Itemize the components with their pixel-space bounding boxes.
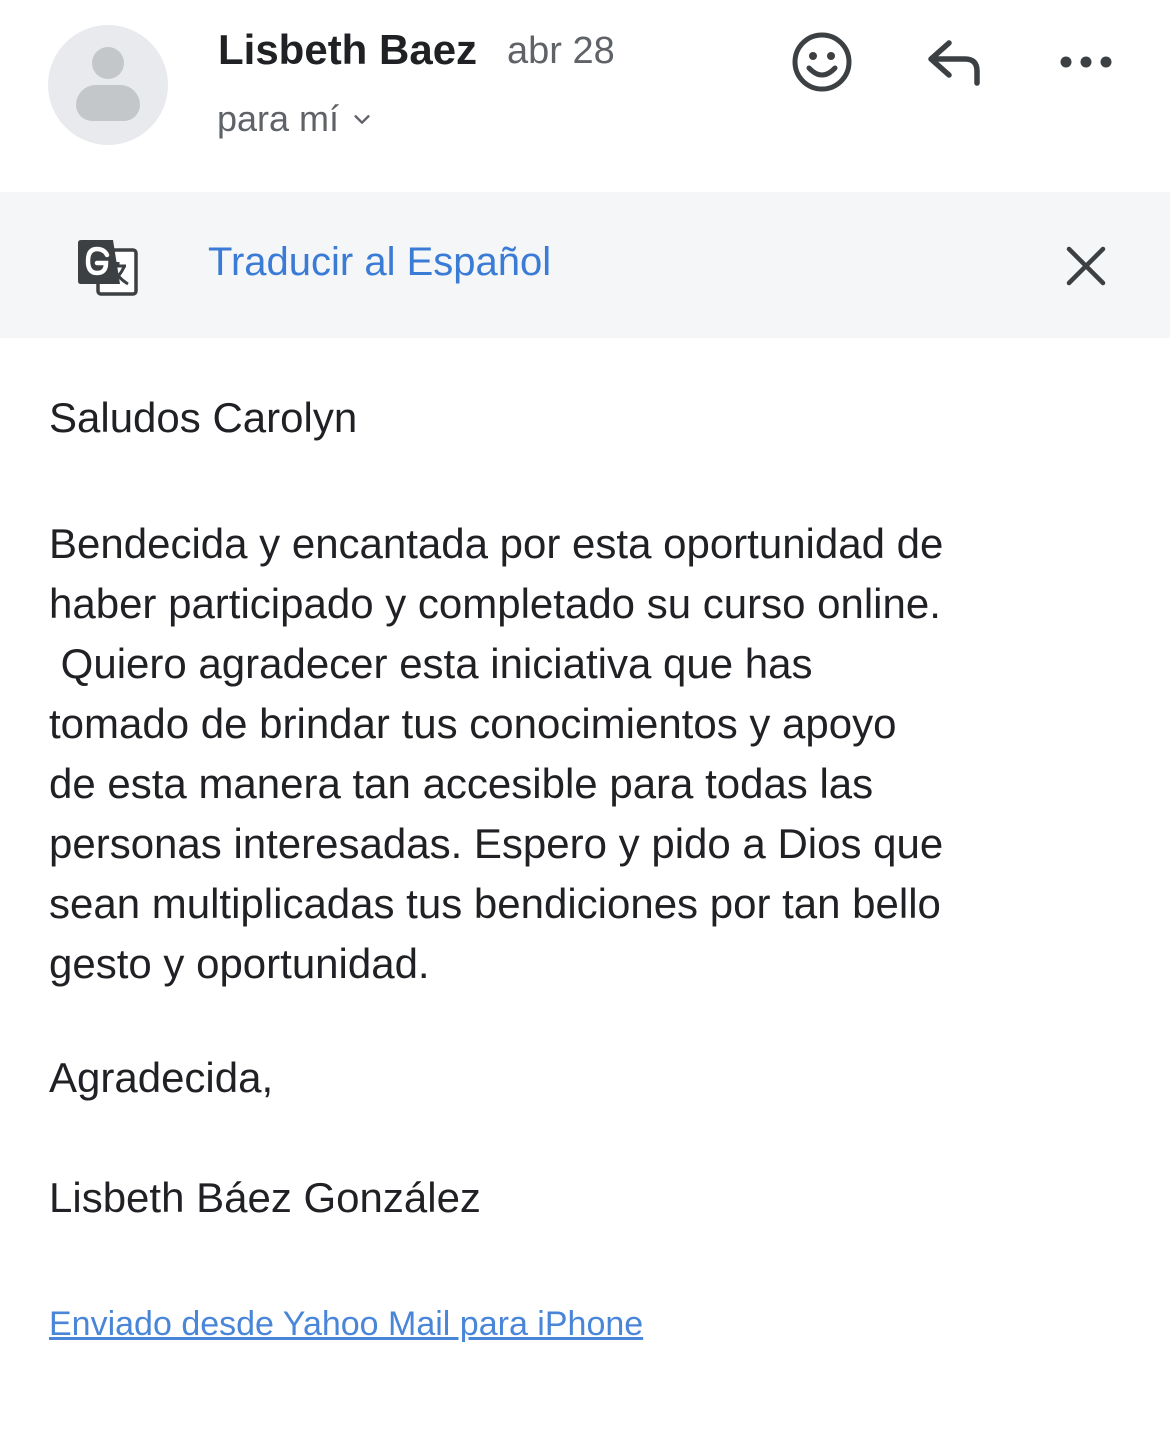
recipient-toggle[interactable]: para mí — [217, 98, 373, 140]
avatar-head-shape — [92, 47, 124, 79]
emoji-reaction-button[interactable] — [786, 26, 858, 98]
message-closing: Agradecida, — [49, 1054, 274, 1101]
more-options-button[interactable] — [1050, 30, 1122, 94]
translate-link[interactable]: Traducir al Español — [208, 240, 551, 285]
recipient-label: para mí — [217, 98, 340, 139]
chevron-down-icon — [354, 115, 370, 124]
paragraph-line: haber participado y completado su curso … — [49, 580, 941, 627]
reply-icon — [928, 40, 980, 86]
reply-button[interactable] — [918, 30, 990, 94]
message-header: Lisbeth Baez abr 28 para mí — [0, 0, 1170, 190]
sender-name[interactable]: Lisbeth Baez — [218, 26, 477, 74]
emoji-smile-icon — [792, 32, 852, 92]
paragraph-line: Quiero agradecer esta iniciativa que has — [49, 640, 813, 687]
message-date: abr 28 — [507, 30, 615, 72]
avatar-body-shape — [76, 85, 140, 121]
paragraph-line: personas interesadas. Espero y pido a Di… — [49, 820, 944, 867]
yahoo-mail-footer-link[interactable]: Enviado desde Yahoo Mail para iPhone — [49, 1305, 643, 1344]
message-signature: Lisbeth Báez González — [49, 1174, 481, 1221]
paragraph-line: Bendecida y encantada por esta oportunid… — [49, 520, 944, 567]
paragraph-line: tomado de brindar tus conocimientos y ap… — [49, 700, 897, 747]
sender-avatar[interactable] — [48, 25, 168, 145]
translate-bar: Traducir al Español — [0, 192, 1170, 338]
google-translate-icon — [78, 240, 138, 296]
more-horizontal-icon — [1060, 56, 1112, 68]
paragraph-line: sean multiplicadas tus bendiciones por t… — [49, 880, 941, 927]
paragraph-line: gesto y oportunidad. — [49, 940, 430, 987]
message-paragraph: Bendecida y encantada por esta oportunid… — [49, 514, 943, 994]
paragraph-line: de esta manera tan accesible para todas … — [49, 760, 874, 807]
message-greeting: Saludos Carolyn — [49, 394, 358, 441]
close-icon[interactable] — [1062, 242, 1110, 290]
